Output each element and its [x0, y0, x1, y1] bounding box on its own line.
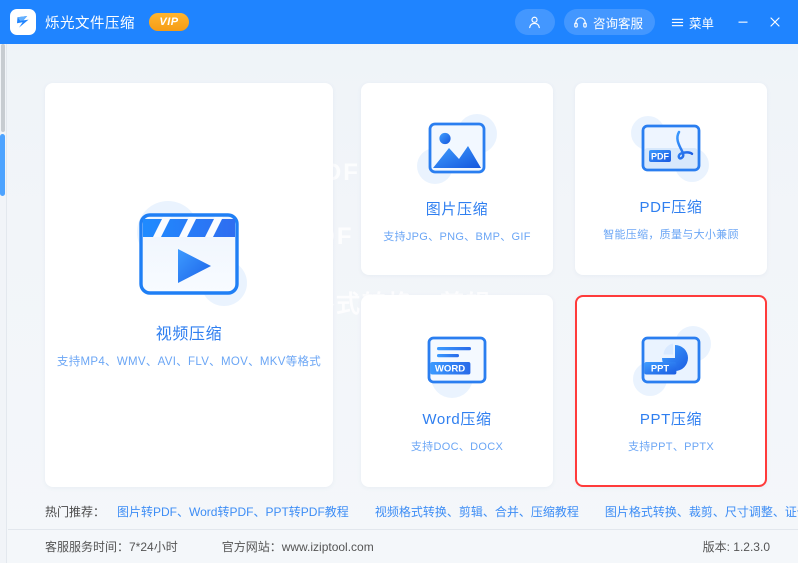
svg-text:PDF: PDF	[651, 151, 670, 161]
footer-website[interactable]: 官方网站：www.iziptool.com	[222, 538, 374, 555]
picture-icon	[417, 114, 497, 184]
contact-support-button[interactable]: 咨询客服	[563, 9, 655, 35]
footer-bar: 客服服务时间：7*24小时 官方网站：www.iziptool.com 版本: …	[8, 530, 798, 563]
app-logo-icon	[10, 9, 36, 35]
main-content: 图片转PDF、Word转PDF Word转PDF、PPT转PDF 视频格式转换、…	[8, 44, 798, 494]
video-clapper-icon	[129, 201, 249, 306]
app-title: 烁光文件压缩	[45, 15, 135, 32]
feature-card-grid: 视频压缩 支持MP4、WMV、AVI、FLV、MOV、MKV等格式 图片压缩 支…	[45, 83, 767, 487]
app-window: 烁光文件压缩 VIP 咨询客服 菜单 视频压缩 支持MP4、WMV、AVI、FL…	[0, 0, 798, 563]
left-scrollbar[interactable]	[0, 44, 7, 563]
word-icon: WORD	[417, 328, 497, 398]
titlebar-actions: 咨询客服 菜单	[514, 9, 798, 35]
recommend-label: 热门推荐：	[45, 505, 106, 519]
menu-label: 菜单	[688, 16, 714, 31]
svg-text:WORD: WORD	[435, 364, 465, 375]
minimize-button[interactable]	[732, 9, 754, 35]
card-title: 视频压缩	[155, 326, 223, 343]
user-account-button[interactable]	[514, 9, 555, 35]
close-button[interactable]	[764, 9, 786, 35]
hamburger-icon	[671, 18, 684, 26]
card-title: PDF压缩	[639, 199, 703, 216]
hot-recommend-bar: 热门推荐： 图片转PDF、Word转PDF、PPT转PDF教程 视频格式转换、剪…	[8, 494, 798, 530]
scrollbar-thumb[interactable]	[0, 134, 5, 196]
menu-button[interactable]: 菜单	[671, 13, 714, 32]
card-title: Word压缩	[422, 411, 492, 428]
recommend-link-pdf-tutorials[interactable]: 图片转PDF、Word转PDF、PPT转PDF教程	[117, 503, 349, 520]
headset-icon	[574, 16, 587, 28]
svg-text:PPT: PPT	[651, 363, 670, 374]
card-title: PPT压缩	[639, 411, 703, 428]
minimize-icon	[738, 21, 748, 23]
card-title: 图片压缩	[425, 201, 489, 218]
card-image-compression[interactable]: 图片压缩 支持JPG、PNG、BMP、GIF	[361, 83, 553, 275]
card-subtitle: 支持PPT、PPTX	[627, 441, 715, 453]
card-video-compression[interactable]: 视频压缩 支持MP4、WMV、AVI、FLV、MOV、MKV等格式	[45, 83, 333, 487]
user-icon	[529, 16, 541, 28]
contact-support-label: 咨询客服	[592, 16, 643, 31]
card-subtitle: 支持MP4、WMV、AVI、FLV、MOV、MKV等格式	[56, 356, 322, 368]
recommend-link-image-tutorials[interactable]: 图片格式转换、裁剪、尺寸调整、证件照大小调整	[605, 503, 798, 520]
pdf-icon: PDF	[631, 116, 711, 182]
card-subtitle: 智能压缩，质量与大小兼顾	[603, 229, 739, 241]
title-bar: 烁光文件压缩 VIP 咨询客服 菜单	[0, 0, 798, 44]
close-icon	[770, 17, 780, 27]
scrollbar-track-upper	[1, 44, 5, 132]
ppt-icon: PPT	[631, 326, 711, 396]
card-word-compression[interactable]: WORD Word压缩 支持DOC、DOCX	[361, 295, 553, 487]
card-ppt-compression[interactable]: PPT PPT压缩 支持PPT、PPTX	[575, 295, 767, 487]
footer-service-time: 客服服务时间：7*24小时	[45, 540, 178, 554]
footer-version: 版本: 1.2.3.0	[702, 540, 770, 554]
card-pdf-compression[interactable]: PDF PDF压缩 智能压缩，质量与大小兼顾	[575, 83, 767, 275]
card-subtitle: 支持DOC、DOCX	[410, 441, 504, 453]
vip-badge[interactable]: VIP	[149, 13, 189, 31]
recommend-link-video-tutorials[interactable]: 视频格式转换、剪辑、合并、压缩教程	[375, 503, 579, 520]
card-subtitle: 支持JPG、PNG、BMP、GIF	[383, 231, 531, 243]
